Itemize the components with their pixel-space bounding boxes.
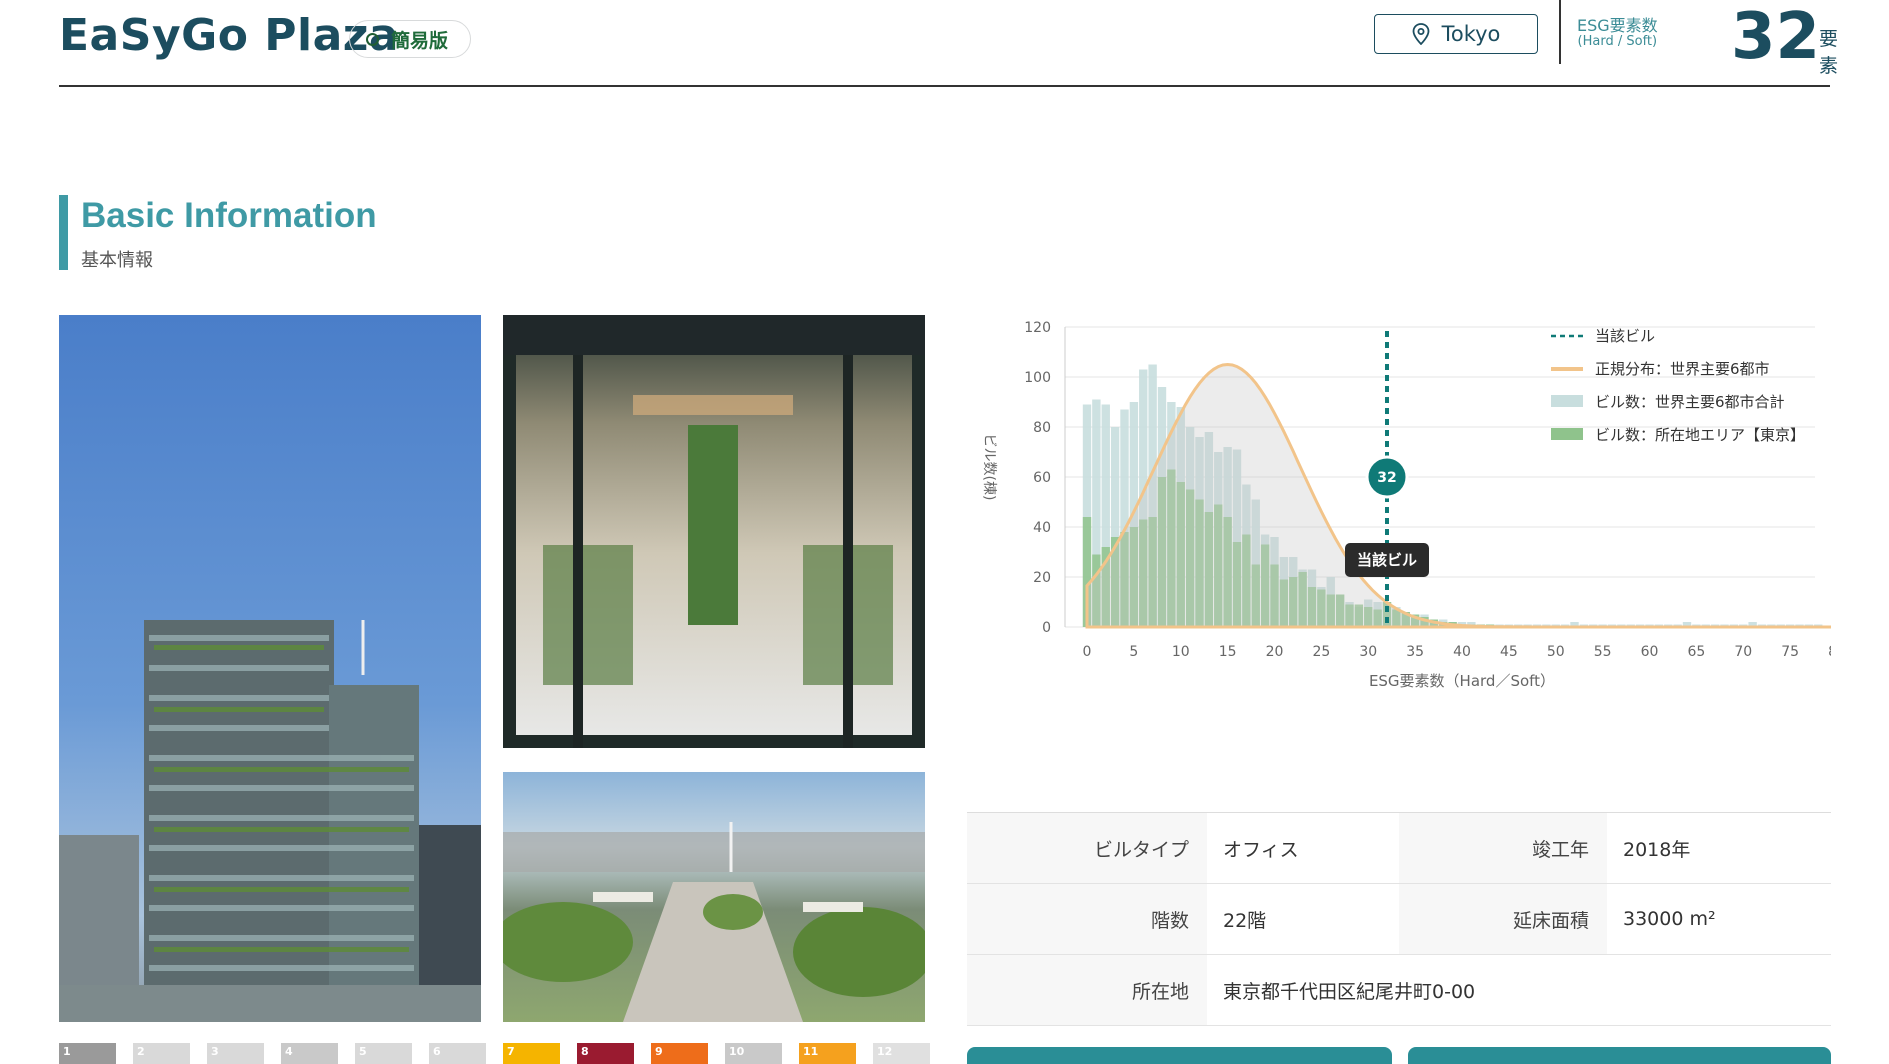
y-tick-label: 120 — [1024, 320, 1051, 336]
header: EaSyGo Plaza 簡易版 Tokyo ESG要素数 (Hard / So… — [59, 0, 1838, 87]
y-tick-label: 40 — [1033, 520, 1051, 536]
action-button-left[interactable] — [967, 1047, 1392, 1064]
location-button[interactable]: Tokyo — [1374, 14, 1538, 54]
info-row: 階数 22階 延床面積 33000 m² — [967, 884, 1831, 955]
sdg-6-icon: 6 — [429, 1043, 486, 1064]
esg-distribution-chart: 32 当該ビル 0 5 10 15 20 25 30 35 40 45 50 55 60 65 70 75 80… — [965, 315, 1846, 695]
sdg-11-icon: 11 — [799, 1043, 856, 1064]
floor-area-label: 延床面積 — [1399, 884, 1607, 954]
section-title: Basic Information — [81, 196, 377, 235]
x-tick-label: 75 — [1781, 644, 1799, 660]
built-year-value: 2018年 — [1623, 838, 1691, 861]
sdg-3-icon: 3 — [207, 1043, 264, 1064]
sdg-5-icon: 5 — [355, 1043, 412, 1064]
y-tick-label: 0 — [1042, 620, 1051, 636]
target-building-tooltip-label: 当該ビル — [1357, 551, 1417, 569]
chart-legend: 当該ビル 正規分布：世界主要6都市 ビル数：世界主要6都市合計 ビル数：所在地エ… — [1551, 327, 1805, 444]
address-label: 所在地 — [967, 955, 1207, 1025]
sdg-10-icon: 10 — [725, 1043, 782, 1064]
esg-count-value: 32 — [1731, 0, 1821, 74]
map-pin-icon — [1412, 23, 1429, 45]
sdg-9-icon: 9 — [651, 1043, 708, 1064]
sdg-2-icon: 2 — [133, 1043, 190, 1064]
sdg-7-icon: 7 — [503, 1043, 560, 1064]
info-row: ビルタイプ オフィス 竣工年 2018年 — [967, 813, 1831, 884]
x-tick-label: 25 — [1312, 644, 1330, 660]
floors-label: 階数 — [967, 884, 1207, 954]
x-tick-label: 60 — [1641, 644, 1659, 660]
sdg-1-icon: 1 — [59, 1043, 116, 1064]
sdg-12-icon: 12 — [873, 1043, 930, 1064]
edition-label: 簡易版 — [391, 29, 449, 52]
location-label: Tokyo — [1441, 22, 1501, 46]
legend-item: 正規分布：世界主要6都市 — [1595, 360, 1770, 378]
esg-count-label: ESG要素数 (Hard / Soft) — [1577, 16, 1658, 49]
legend-world-swatch — [1551, 395, 1583, 407]
x-tick-label: 40 — [1453, 644, 1471, 660]
building-info-table: ビルタイプ オフィス 竣工年 2018年 階数 22階 延床面積 33000 m… — [967, 812, 1831, 1026]
y-tick-label: 60 — [1033, 470, 1051, 486]
sdg-icon-strip: 1 2 3 4 5 6 7 8 9 10 11 12 — [59, 1043, 930, 1064]
x-tick-label: 0 — [1083, 644, 1092, 660]
floors-value: 22階 — [1223, 909, 1267, 932]
header-divider — [1559, 0, 1561, 64]
building-type-value: オフィス — [1223, 838, 1299, 861]
x-tick-label: 35 — [1406, 644, 1424, 660]
circle-icon — [366, 32, 379, 46]
address-value: 東京都千代田区紀尾井町0-00 — [1223, 980, 1476, 1003]
floor-area-value: 33000 m² — [1623, 908, 1716, 930]
sdg-4-icon: 4 — [281, 1043, 338, 1064]
lobby-photo — [503, 315, 925, 748]
x-tick-label: 55 — [1594, 644, 1612, 660]
sdg-8-icon: 8 — [577, 1043, 634, 1064]
action-button-right[interactable] — [1408, 1047, 1831, 1064]
target-building-badge-value: 32 — [1377, 470, 1396, 486]
building-exterior-photo — [59, 315, 481, 1022]
y-tick-label: 100 — [1024, 370, 1051, 386]
x-tick-label: 20 — [1266, 644, 1284, 660]
legend-item: ビル数：世界主要6都市合計 — [1595, 393, 1785, 411]
x-tick-label: 10 — [1172, 644, 1190, 660]
y-axis-label: ビル数(棟) — [981, 434, 997, 501]
x-tick-label: 70 — [1734, 644, 1752, 660]
x-tick-label: 45 — [1500, 644, 1518, 660]
x-tick-label: 5 — [1129, 644, 1138, 660]
x-axis-label: ESG要素数（Hard／Soft） — [1369, 672, 1555, 690]
legend-tokyo-swatch — [1551, 428, 1583, 440]
chart-svg: 32 当該ビル 0 5 10 15 20 25 30 35 40 45 50 55 60 65 70 75 80… — [981, 320, 1846, 690]
info-row: 所在地 東京都千代田区紀尾井町0-00 — [967, 955, 1831, 1026]
building-name: EaSyGo Plaza — [59, 10, 400, 61]
section-subtitle: 基本情報 — [81, 250, 153, 271]
x-tick-label: 80 — [1828, 644, 1831, 660]
rooftop-garden-photo — [503, 772, 925, 1022]
esg-count-unit: 要素 — [1819, 28, 1839, 77]
x-tick-label: 15 — [1219, 644, 1237, 660]
section-accent-bar — [59, 195, 68, 270]
y-tick-label: 80 — [1033, 420, 1051, 436]
edition-badge: 簡易版 — [349, 20, 472, 58]
x-tick-label: 30 — [1359, 644, 1377, 660]
x-tick-label: 50 — [1547, 644, 1565, 660]
legend-item: 当該ビル — [1595, 327, 1655, 345]
y-tick-label: 20 — [1033, 570, 1051, 586]
built-year-label: 竣工年 — [1399, 813, 1607, 883]
x-tick-label: 65 — [1687, 644, 1705, 660]
building-type-label: ビルタイプ — [967, 813, 1207, 883]
legend-item: ビル数：所在地エリア【東京】 — [1595, 426, 1805, 444]
